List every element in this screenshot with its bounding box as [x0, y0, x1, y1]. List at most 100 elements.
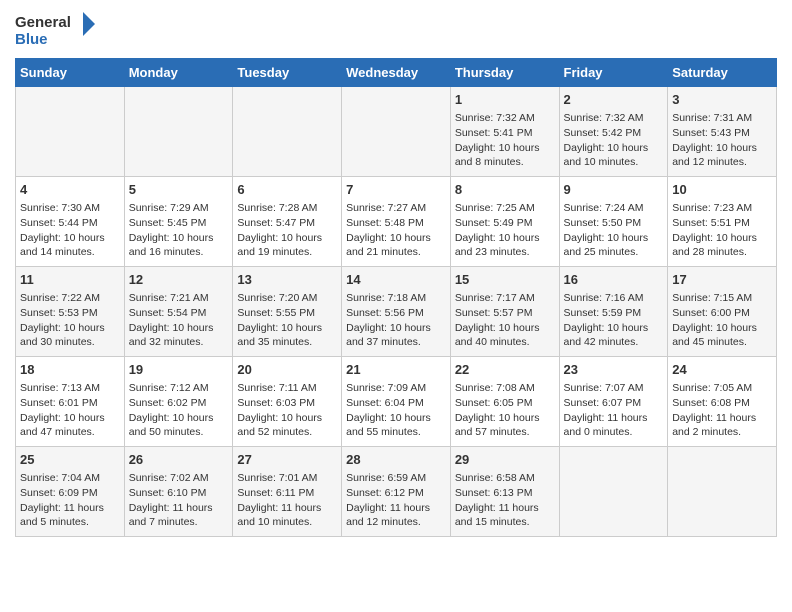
day-number: 26	[129, 451, 229, 469]
day-number: 11	[20, 271, 120, 289]
calendar-cell: 15 Sunrise: 7:17 AM Sunset: 5:57 PM Dayli…	[450, 267, 559, 357]
day-info: Sunrise: 7:30 AM Sunset: 5:44 PM Dayligh…	[20, 201, 120, 260]
calendar-cell: 24 Sunrise: 7:05 AM Sunset: 6:08 PM Dayli…	[668, 357, 777, 447]
day-info: Sunrise: 7:13 AM Sunset: 6:01 PM Dayligh…	[20, 381, 120, 440]
day-info: Sunrise: 7:31 AM Sunset: 5:43 PM Dayligh…	[672, 111, 772, 170]
calendar-cell: 29 Sunrise: 6:58 AM Sunset: 6:13 PM Dayli…	[450, 447, 559, 537]
col-header-friday: Friday	[559, 59, 668, 87]
calendar-cell: 3 Sunrise: 7:31 AM Sunset: 5:43 PM Daylig…	[668, 87, 777, 177]
day-info: Sunrise: 7:12 AM Sunset: 6:02 PM Dayligh…	[129, 381, 229, 440]
calendar-cell: 2 Sunrise: 7:32 AM Sunset: 5:42 PM Daylig…	[559, 87, 668, 177]
day-info: Sunrise: 7:21 AM Sunset: 5:54 PM Dayligh…	[129, 291, 229, 350]
day-number: 19	[129, 361, 229, 379]
day-number: 18	[20, 361, 120, 379]
calendar-cell: 6 Sunrise: 7:28 AM Sunset: 5:47 PM Daylig…	[233, 177, 342, 267]
day-number: 21	[346, 361, 446, 379]
calendar-cell: 23 Sunrise: 7:07 AM Sunset: 6:07 PM Dayli…	[559, 357, 668, 447]
day-number: 23	[564, 361, 664, 379]
calendar-cell: 10 Sunrise: 7:23 AM Sunset: 5:51 PM Dayli…	[668, 177, 777, 267]
calendar-cell: 19 Sunrise: 7:12 AM Sunset: 6:02 PM Dayli…	[124, 357, 233, 447]
calendar-cell: 16 Sunrise: 7:16 AM Sunset: 5:59 PM Dayli…	[559, 267, 668, 357]
day-info: Sunrise: 7:28 AM Sunset: 5:47 PM Dayligh…	[237, 201, 337, 260]
day-number: 29	[455, 451, 555, 469]
day-info: Sunrise: 7:07 AM Sunset: 6:07 PM Dayligh…	[564, 381, 664, 440]
calendar-cell	[342, 87, 451, 177]
week-row-2: 4 Sunrise: 7:30 AM Sunset: 5:44 PM Daylig…	[16, 177, 777, 267]
calendar-cell: 1Sunrise: 7:32 AM Sunset: 5:41 PM Daylig…	[450, 87, 559, 177]
day-number: 24	[672, 361, 772, 379]
day-number: 3	[672, 91, 772, 109]
svg-text:General: General	[15, 14, 71, 31]
logo-icon: GeneralBlue	[15, 10, 95, 50]
day-number: 6	[237, 181, 337, 199]
calendar-cell	[16, 87, 125, 177]
day-number: 13	[237, 271, 337, 289]
day-number: 10	[672, 181, 772, 199]
calendar-cell: 9 Sunrise: 7:24 AM Sunset: 5:50 PM Daylig…	[559, 177, 668, 267]
day-number: 15	[455, 271, 555, 289]
day-number: 7	[346, 181, 446, 199]
day-number: 22	[455, 361, 555, 379]
week-row-4: 18 Sunrise: 7:13 AM Sunset: 6:01 PM Dayli…	[16, 357, 777, 447]
day-number: 14	[346, 271, 446, 289]
calendar-cell: 21 Sunrise: 7:09 AM Sunset: 6:04 PM Dayli…	[342, 357, 451, 447]
calendar-cell	[233, 87, 342, 177]
day-info: Sunrise: 7:04 AM Sunset: 6:09 PM Dayligh…	[20, 471, 120, 530]
day-info: Sunrise: 6:59 AM Sunset: 6:12 PM Dayligh…	[346, 471, 446, 530]
calendar-cell: 26 Sunrise: 7:02 AM Sunset: 6:10 PM Dayli…	[124, 447, 233, 537]
col-header-wednesday: Wednesday	[342, 59, 451, 87]
day-info: Sunrise: 6:58 AM Sunset: 6:13 PM Dayligh…	[455, 471, 555, 530]
day-info: Sunrise: 7:17 AM Sunset: 5:57 PM Dayligh…	[455, 291, 555, 350]
day-info: Sunrise: 7:05 AM Sunset: 6:08 PM Dayligh…	[672, 381, 772, 440]
calendar-cell: 22Sunrise: 7:08 AM Sunset: 6:05 PM Dayli…	[450, 357, 559, 447]
day-number: 16	[564, 271, 664, 289]
day-info: Sunrise: 7:27 AM Sunset: 5:48 PM Dayligh…	[346, 201, 446, 260]
logo: GeneralBlue	[15, 10, 95, 50]
day-info: Sunrise: 7:20 AM Sunset: 5:55 PM Dayligh…	[237, 291, 337, 350]
day-info: Sunrise: 7:09 AM Sunset: 6:04 PM Dayligh…	[346, 381, 446, 440]
day-info: Sunrise: 7:15 AM Sunset: 6:00 PM Dayligh…	[672, 291, 772, 350]
day-info: Sunrise: 7:16 AM Sunset: 5:59 PM Dayligh…	[564, 291, 664, 350]
day-number: 28	[346, 451, 446, 469]
calendar-cell: 17Sunrise: 7:15 AM Sunset: 6:00 PM Dayli…	[668, 267, 777, 357]
day-info: Sunrise: 7:23 AM Sunset: 5:51 PM Dayligh…	[672, 201, 772, 260]
day-info: Sunrise: 7:29 AM Sunset: 5:45 PM Dayligh…	[129, 201, 229, 260]
day-number: 25	[20, 451, 120, 469]
day-number: 12	[129, 271, 229, 289]
day-info: Sunrise: 7:22 AM Sunset: 5:53 PM Dayligh…	[20, 291, 120, 350]
calendar-cell	[559, 447, 668, 537]
calendar-cell: 28 Sunrise: 6:59 AM Sunset: 6:12 PM Dayli…	[342, 447, 451, 537]
calendar-cell	[124, 87, 233, 177]
day-info: Sunrise: 7:32 AM Sunset: 5:41 PM Dayligh…	[455, 111, 555, 170]
calendar-cell: 5 Sunrise: 7:29 AM Sunset: 5:45 PM Daylig…	[124, 177, 233, 267]
week-row-5: 25 Sunrise: 7:04 AM Sunset: 6:09 PM Dayli…	[16, 447, 777, 537]
calendar-cell: 11 Sunrise: 7:22 AM Sunset: 5:53 PM Dayli…	[16, 267, 125, 357]
calendar-table: SundayMondayTuesdayWednesdayThursdayFrid…	[15, 58, 777, 537]
day-info: Sunrise: 7:24 AM Sunset: 5:50 PM Dayligh…	[564, 201, 664, 260]
calendar-cell: 4 Sunrise: 7:30 AM Sunset: 5:44 PM Daylig…	[16, 177, 125, 267]
calendar-cell: 13 Sunrise: 7:20 AM Sunset: 5:55 PM Dayli…	[233, 267, 342, 357]
calendar-cell: 25 Sunrise: 7:04 AM Sunset: 6:09 PM Dayli…	[16, 447, 125, 537]
calendar-cell: 14 Sunrise: 7:18 AM Sunset: 5:56 PM Dayli…	[342, 267, 451, 357]
week-row-1: 1Sunrise: 7:32 AM Sunset: 5:41 PM Daylig…	[16, 87, 777, 177]
day-number: 4	[20, 181, 120, 199]
day-number: 5	[129, 181, 229, 199]
col-header-monday: Monday	[124, 59, 233, 87]
calendar-cell: 20Sunrise: 7:11 AM Sunset: 6:03 PM Dayli…	[233, 357, 342, 447]
calendar-header-row: SundayMondayTuesdayWednesdayThursdayFrid…	[16, 59, 777, 87]
day-number: 27	[237, 451, 337, 469]
day-info: Sunrise: 7:25 AM Sunset: 5:49 PM Dayligh…	[455, 201, 555, 260]
header: GeneralBlue	[15, 10, 777, 50]
day-info: Sunrise: 7:02 AM Sunset: 6:10 PM Dayligh…	[129, 471, 229, 530]
col-header-tuesday: Tuesday	[233, 59, 342, 87]
col-header-saturday: Saturday	[668, 59, 777, 87]
calendar-cell: 18 Sunrise: 7:13 AM Sunset: 6:01 PM Dayli…	[16, 357, 125, 447]
calendar-cell: 8Sunrise: 7:25 AM Sunset: 5:49 PM Daylig…	[450, 177, 559, 267]
day-info: Sunrise: 7:32 AM Sunset: 5:42 PM Dayligh…	[564, 111, 664, 170]
day-number: 9	[564, 181, 664, 199]
day-number: 2	[564, 91, 664, 109]
calendar-cell: 27Sunrise: 7:01 AM Sunset: 6:11 PM Dayli…	[233, 447, 342, 537]
calendar-cell: 12 Sunrise: 7:21 AM Sunset: 5:54 PM Dayli…	[124, 267, 233, 357]
day-info: Sunrise: 7:18 AM Sunset: 5:56 PM Dayligh…	[346, 291, 446, 350]
day-info: Sunrise: 7:11 AM Sunset: 6:03 PM Dayligh…	[237, 381, 337, 440]
